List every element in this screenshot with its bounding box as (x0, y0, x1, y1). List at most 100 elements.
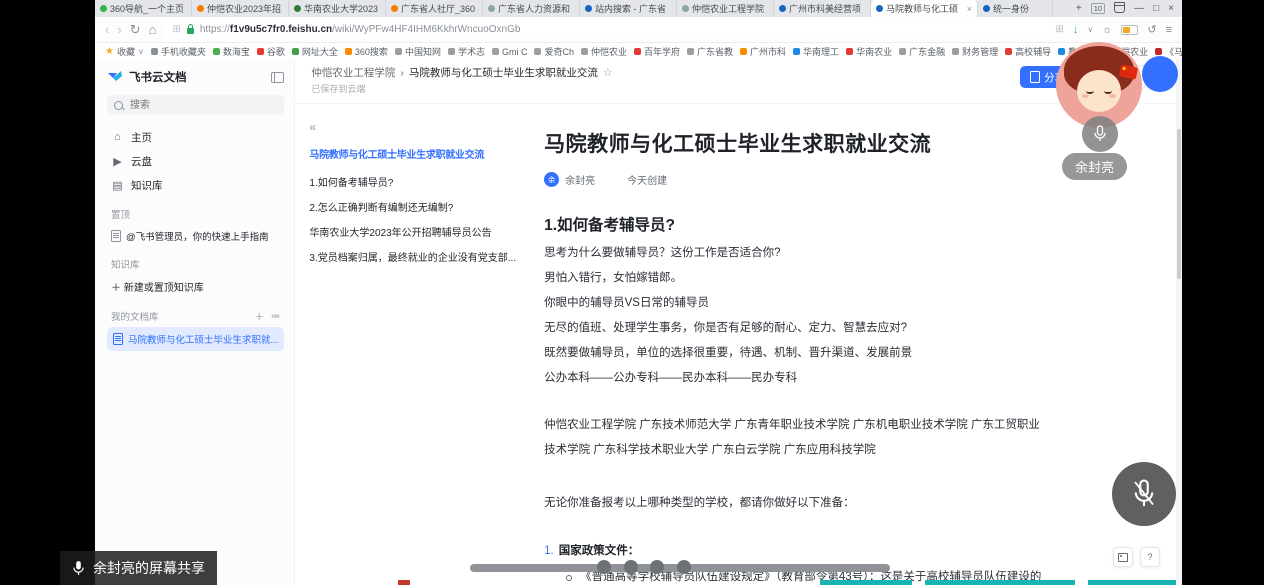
browser-tab[interactable]: 仲恺农业工程学院 (677, 0, 774, 17)
sidebar-item-知识库[interactable]: ▤知识库 (107, 173, 284, 197)
doc-intro-line: 无论你准备报考以上哪种类型的学校，都请你做好以下准备： (544, 491, 1049, 516)
outline-title[interactable]: 马院教师与化工硕士毕业生求职就业交流 (309, 146, 516, 161)
doc-header: 仲恺农业工程学院›马院教师与化工硕士毕业生求职就业交流☆ 已保存到云端 分享 阅… (295, 59, 1182, 104)
bullet-dot-icon (566, 575, 572, 581)
browser-tab[interactable]: 站内搜索 - 广东省 (580, 0, 677, 17)
outline-item[interactable]: 2.怎么正确判断有编制还无编制? (309, 196, 516, 221)
battery-saver-icon[interactable] (1121, 25, 1138, 35)
menu-icon[interactable]: ≡ (1166, 24, 1172, 36)
tab-favicon-icon (585, 5, 592, 12)
bookmark-item[interactable]: 爱奇Ch (534, 45, 574, 58)
favorites-menu[interactable]: ★ 收藏 ∨ (105, 45, 144, 58)
browser-tab[interactable]: 360导航_一个主页 (95, 0, 192, 17)
feishu-app: 飞书云文档 ⌂主页▶云盘▤知识库 置顶 @飞书管理员，你的快速上手指南 知识库 … (95, 59, 1182, 585)
avatar-blush (1109, 94, 1116, 98)
bookmark-item[interactable]: 广东金融 (899, 45, 945, 58)
minimize-button[interactable]: — (1134, 3, 1144, 14)
star-icon[interactable]: ☆ (603, 66, 613, 79)
search-icon (114, 101, 123, 110)
favorites-label: 收藏 (117, 45, 135, 58)
sidebar-item-云盘[interactable]: ▶云盘 (107, 149, 284, 173)
tab-count-badge[interactable]: 10 (1091, 3, 1105, 14)
cutoff-highlight-sliver (820, 580, 912, 585)
undo-icon[interactable]: ↺ (1147, 23, 1156, 36)
bookmark-item[interactable]: 谷歌 (257, 45, 285, 58)
bookmark-label: 华南理工 (803, 45, 839, 58)
search-input[interactable] (128, 99, 277, 112)
doc-paragraphs: 思考为什么要做辅导员？这份工作是否适合你?男怕入错行，女怕嫁错郎。你眼中的辅导员… (544, 241, 1049, 463)
add-doc-icon[interactable]: ＋ (254, 309, 264, 323)
browser-tab[interactable]: 华南农业大学2023 (289, 0, 386, 17)
close-window-button[interactable]: × (1168, 3, 1174, 14)
participant-mic-indicator (1082, 116, 1118, 152)
screen-share-view: 360导航_一个主页仲恺农业2023年招华南农业大学2023广东省人社厅_360… (0, 0, 1264, 585)
chevron-down-icon[interactable]: ∨ (1087, 25, 1093, 34)
bookmark-item[interactable]: Gmi C (492, 45, 528, 58)
avatar-face (1077, 70, 1121, 112)
numbered-item: 1.国家政策文件： (544, 540, 1049, 562)
bookmark-item[interactable]: 360搜索 (345, 45, 388, 58)
outline-item[interactable]: 华南农业大学2023年公开招聘辅导员公告 (309, 221, 516, 246)
settings-gear-icon[interactable]: ☼ (1102, 24, 1112, 36)
grid-icon: ⊞ (172, 24, 180, 35)
new-tab-button[interactable]: + (1076, 3, 1082, 14)
bookmark-item[interactable]: 中国知网 (395, 45, 441, 58)
bookmark-item[interactable]: 学术志 (448, 45, 485, 58)
bookmark-item[interactable]: 手机收藏夹 (151, 45, 206, 58)
download-icon[interactable]: ↓ (1073, 24, 1079, 36)
refresh-icon[interactable]: ↻ (130, 23, 141, 36)
bookmark-item[interactable]: 广州市科 (740, 45, 786, 58)
forward-icon[interactable]: › (117, 23, 121, 36)
pinned-list: @飞书管理员，你的快速上手指南 (107, 225, 284, 247)
outline-item[interactable]: 1.如何备考辅导员? (309, 171, 516, 196)
bookmark-favicon-icon (846, 48, 853, 55)
sidebar-item-主页[interactable]: ⌂主页 (107, 125, 284, 149)
bookmark-item[interactable]: 华南理工 (793, 45, 839, 58)
bookmark-favicon-icon (345, 48, 352, 55)
outline-collapse-icon[interactable]: « (309, 120, 516, 134)
browser-tab[interactable]: 统一身份 (978, 0, 1053, 17)
bookmark-item[interactable]: 仲恺农业 (581, 45, 627, 58)
search-box[interactable] (107, 95, 284, 115)
help-button[interactable]: ? (1140, 547, 1160, 567)
outline-item[interactable]: 3.党员档案归属，最终就业的企业没有党支部... (309, 246, 516, 271)
collapse-sidebar-icon[interactable] (271, 72, 284, 83)
breadcrumb-item[interactable]: 仲恺农业工程学院 (311, 65, 395, 80)
bookmark-item[interactable]: 数海宝 (213, 45, 250, 58)
browser-tab[interactable]: 广东省人力资源和 (483, 0, 580, 17)
tab-label: 马院教师与化工硕 (886, 2, 964, 15)
sidebar-doc-item-selected[interactable]: 马院教师与化工硕士毕业生求职就... (107, 327, 284, 351)
extensions-icon[interactable]: ⊞ (1056, 24, 1064, 35)
doc-meta-row: 余 余封亮 今天创建 (544, 172, 1049, 187)
back-icon[interactable]: ‹ (105, 23, 109, 36)
scrollbar-thumb[interactable] (1177, 129, 1181, 279)
bookmark-label: 360搜索 (355, 45, 388, 58)
bookmark-item[interactable]: 华南农业 (846, 45, 892, 58)
breadcrumb-item[interactable]: 马院教师与化工硕士毕业生求职就业交流 (409, 65, 598, 80)
mute-toggle-button[interactable] (1112, 462, 1176, 526)
list-view-icon[interactable]: ≔ (271, 311, 281, 322)
bookmark-label: 广州市科 (750, 45, 786, 58)
feedback-image-button[interactable] (1113, 547, 1133, 567)
doc-icon (113, 333, 123, 345)
browser-tab[interactable]: 马院教师与化工硕× (871, 0, 978, 17)
browser-tab[interactable]: 广东省人社厅_360 (386, 0, 483, 17)
bookmark-item[interactable]: 高校辅导 (1005, 45, 1051, 58)
home-icon[interactable]: ⌂ (149, 23, 157, 36)
browser-tab[interactable]: 广州市科美经营项 (774, 0, 871, 17)
scroll-dot (677, 560, 691, 574)
bookmark-item[interactable]: 财务管理 (952, 45, 998, 58)
tab-label: 广东省人力资源和 (498, 2, 574, 15)
maximize-button[interactable]: □ (1153, 3, 1159, 14)
new-knowledge-base-button[interactable]: ＋ 新建或置顶知识库 (107, 275, 284, 297)
bookmark-item[interactable]: 网址大全 (292, 45, 338, 58)
doc-outline: « 马院教师与化工硕士毕业生求职就业交流 1.如何备考辅导员?2.怎么正确判断有… (295, 104, 520, 552)
page-scrollbar[interactable] (1176, 59, 1182, 585)
pinned-doc-item[interactable]: @飞书管理员，你的快速上手指南 (107, 225, 284, 247)
tab-close-icon[interactable]: × (967, 4, 972, 14)
browser-tab[interactable]: 仲恺农业2023年招 (192, 0, 289, 17)
bookmark-item[interactable]: 广东省教 (687, 45, 733, 58)
bookmark-item[interactable]: 百年学府 (634, 45, 680, 58)
url-field[interactable]: ⊞ https://f1v9u5c7fr0.feishu.cn/wiki/WyP… (164, 20, 1047, 39)
basket-icon[interactable] (1114, 5, 1125, 13)
